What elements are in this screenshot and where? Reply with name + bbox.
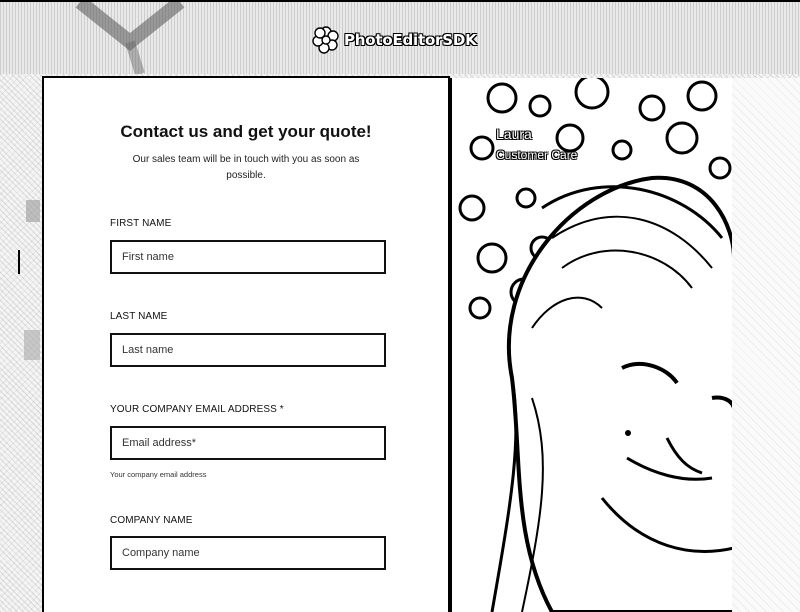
last-name-label: LAST NAME [110,311,168,322]
form-subtitle: Our sales team will be in touch with you… [132,154,360,181]
portrait-image [452,78,734,612]
company-name-field[interactable] [110,536,386,570]
last-name-field[interactable] [110,333,386,367]
page: PhotoEditorSDK Contact us and get your q… [0,0,800,612]
form-title: Contact us and get your quote! [120,122,372,141]
flower-logo-icon [312,26,339,54]
left-edge-decoration [18,200,40,360]
testimonial-name: Laura [496,126,532,142]
testimonial-photo: Laura Customer Care [450,78,734,612]
first-name-label: FIRST NAME [110,218,172,229]
header-decoration [75,2,185,74]
contact-form-card: Contact us and get your quote! Our sales… [42,76,450,612]
email-label: YOUR COMPANY EMAIL ADDRESS * [110,404,284,415]
email-field[interactable] [110,426,386,460]
brand-logo[interactable]: PhotoEditorSDK [312,24,477,56]
company-name-label: COMPANY NAME [110,515,193,526]
testimonial-role: Customer Care [496,148,578,162]
right-background [732,78,800,612]
email-hint: Your company email address [110,470,207,479]
header-bar: PhotoEditorSDK [0,0,800,74]
brand-name: PhotoEditorSDK [344,31,477,49]
first-name-field[interactable] [110,240,386,274]
